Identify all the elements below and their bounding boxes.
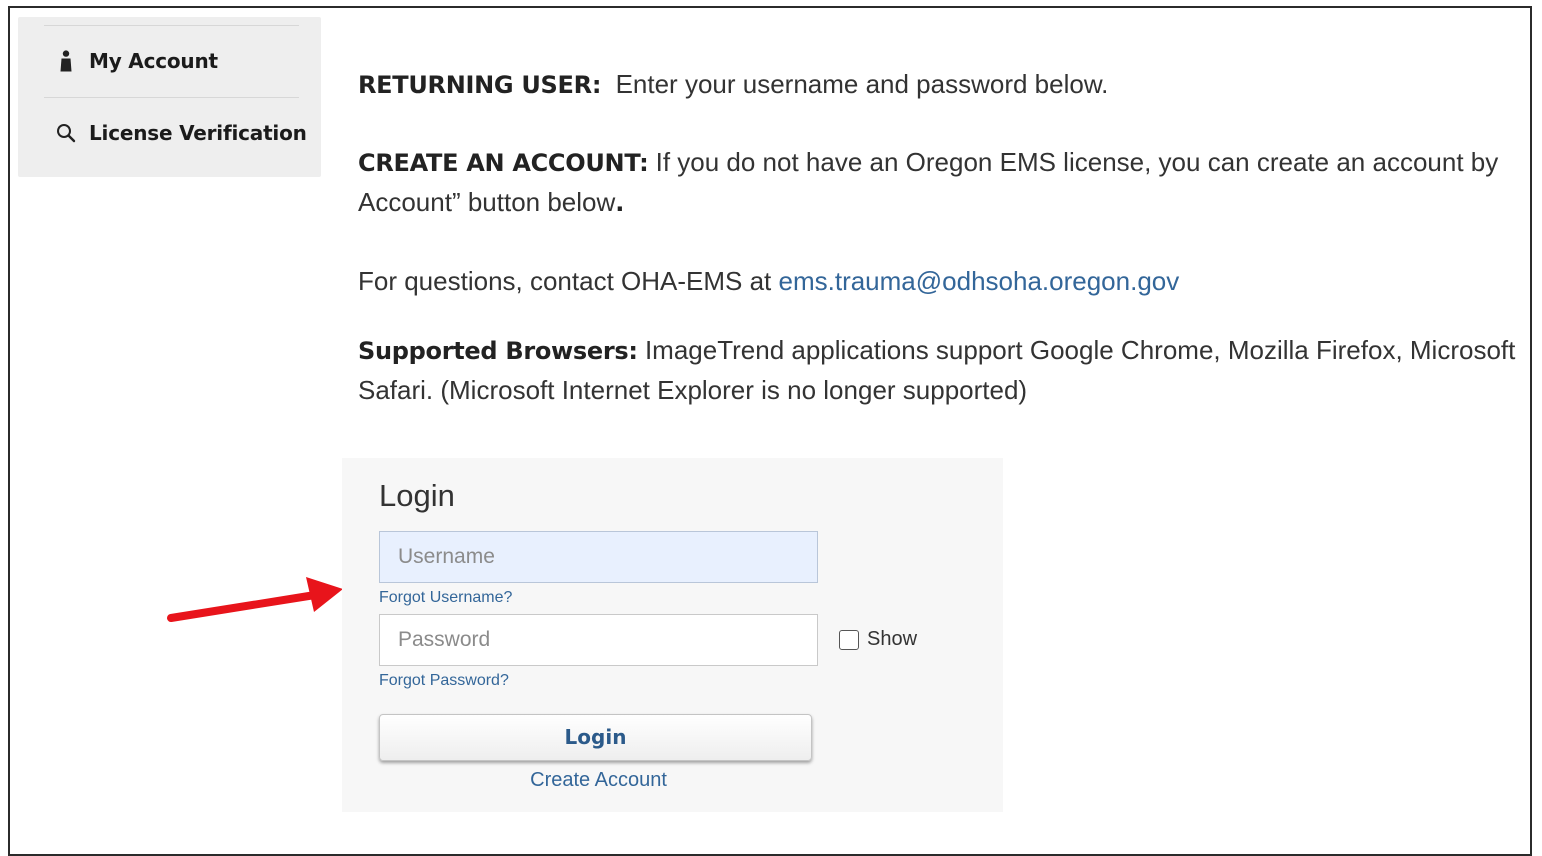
returning-user-heading: RETURNING USER: [358, 71, 602, 99]
create-account-paragraph-line2: Account” button below. [358, 182, 624, 223]
sidebar-item-label: License Verification [89, 121, 307, 145]
sidebar: My Account License Verification [18, 17, 321, 177]
sidebar-divider [44, 97, 299, 98]
create-account-period: . [615, 189, 625, 217]
create-account-text-2: Account” button below [358, 187, 616, 217]
password-input[interactable] [379, 614, 818, 666]
login-panel: Login Forgot Username? Show Forgot Passw… [342, 458, 1003, 812]
browsers-heading: Supported Browsers: [358, 337, 638, 365]
username-input[interactable] [379, 531, 818, 583]
sidebar-divider [44, 25, 299, 26]
browsers-text: ImageTrend applications support Google C… [637, 335, 1516, 365]
create-account-link[interactable]: Create Account [379, 769, 818, 792]
questions-text: For questions, contact OHA-EMS at [358, 266, 779, 296]
sidebar-item-my-account[interactable]: My Account [56, 46, 218, 76]
browsers-paragraph: Supported Browsers: ImageTrend applicati… [358, 330, 1515, 371]
login-title: Login [379, 478, 455, 513]
red-arrow-icon [167, 577, 343, 622]
sidebar-item-license-verification[interactable]: License Verification [56, 118, 307, 148]
person-icon [56, 50, 76, 72]
sidebar-item-label: My Account [89, 49, 218, 73]
login-button[interactable]: Login [379, 714, 812, 761]
create-account-paragraph: CREATE AN ACCOUNT: If you do not have an… [358, 142, 1498, 183]
create-account-text: If you do not have an Oregon EMS license… [648, 147, 1499, 177]
returning-user-text: Enter your username and password below. [601, 69, 1109, 99]
create-account-heading: CREATE AN ACCOUNT: [358, 149, 649, 177]
forgot-password-link[interactable]: Forgot Password? [379, 672, 509, 690]
browsers-text-2: Safari. (Microsoft Internet Explorer is … [358, 375, 1028, 405]
show-password-checkbox[interactable] [839, 629, 859, 650]
contact-email-link[interactable]: ems.trauma@odhsoha.oregon.gov [779, 266, 1180, 296]
search-icon [56, 122, 76, 144]
browsers-paragraph-line2: Safari. (Microsoft Internet Explorer is … [358, 370, 1027, 410]
forgot-username-link[interactable]: Forgot Username? [379, 589, 512, 607]
show-password-label: Show [867, 628, 918, 650]
questions-paragraph: For questions, contact OHA-EMS at ems.tr… [358, 261, 1179, 301]
returning-user-paragraph: RETURNING USER: Enter your username and … [358, 64, 1108, 105]
show-password-toggle[interactable]: Show [839, 628, 917, 651]
